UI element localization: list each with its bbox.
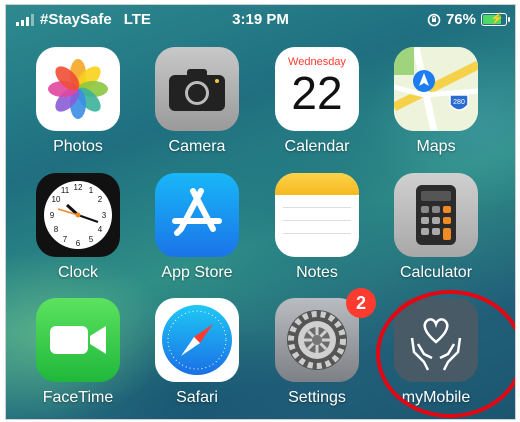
app-safari[interactable]: Safari: [142, 298, 252, 407]
svg-text:7: 7: [63, 235, 68, 244]
svg-text:10: 10: [52, 195, 61, 204]
app-clock[interactable]: 12 1 2 345 678 9 10 11 Clock: [23, 173, 133, 282]
calendar-day: 22: [291, 67, 343, 119]
app-store-icon: [155, 173, 239, 257]
app-label: Settings: [288, 389, 346, 406]
app-settings[interactable]: 2 Settings: [262, 288, 376, 407]
notes-icon: [275, 173, 359, 257]
svg-text:5: 5: [89, 235, 94, 244]
svg-text:1: 1: [89, 186, 94, 195]
orientation-lock-icon: [427, 13, 441, 26]
svg-text:2: 2: [98, 195, 103, 204]
app-label: Camera: [168, 138, 226, 155]
svg-text:6: 6: [76, 239, 81, 248]
settings-icon: [275, 298, 359, 382]
app-label: Maps: [416, 138, 456, 155]
app-notes[interactable]: Notes: [262, 173, 372, 282]
app-label: Notes: [296, 264, 338, 281]
app-label: FaceTime: [42, 389, 114, 406]
calculator-icon: [394, 173, 478, 257]
highlight-circle: [376, 290, 515, 418]
facetime-icon: [36, 298, 120, 382]
svg-text:12: 12: [74, 183, 83, 192]
app-calendar[interactable]: Wednesday 22 Calendar: [262, 47, 372, 156]
app-label: App Store: [161, 264, 233, 281]
maps-shield-number: 280: [453, 99, 465, 106]
app-label: Safari: [176, 389, 218, 406]
app-photos[interactable]: Photos: [23, 47, 133, 156]
notification-badge: 2: [346, 288, 376, 318]
app-calculator[interactable]: Calculator: [381, 173, 491, 282]
battery-icon: ⚡: [481, 13, 510, 26]
status-bar: #StaySafe LTE 3:19 PM 76% ⚡: [6, 5, 515, 33]
camera-icon: [155, 47, 239, 131]
photos-icon: [36, 47, 120, 131]
app-label: Calculator: [399, 264, 473, 281]
app-camera[interactable]: Camera: [142, 47, 252, 156]
clock-icon: 12 1 2 345 678 9 10 11: [36, 173, 120, 257]
app-label: Photos: [53, 138, 103, 155]
app-label: Clock: [57, 264, 98, 281]
app-facetime[interactable]: FaceTime: [23, 298, 133, 407]
app-label: Calendar: [284, 138, 350, 155]
home-screen: #StaySafe LTE 3:19 PM 76% ⚡ Photos Camer…: [5, 4, 516, 420]
maps-icon: 280: [394, 47, 478, 131]
svg-text:9: 9: [50, 211, 55, 220]
safari-icon: [155, 298, 239, 382]
svg-text:8: 8: [54, 225, 59, 234]
calendar-icon: Wednesday 22: [275, 47, 359, 131]
svg-text:4: 4: [98, 225, 103, 234]
battery-percent: 76%: [445, 11, 476, 28]
app-app-store[interactable]: App Store: [142, 173, 252, 282]
svg-text:3: 3: [102, 211, 107, 220]
svg-text:11: 11: [61, 186, 70, 195]
app-maps[interactable]: 280 Maps: [381, 47, 491, 156]
